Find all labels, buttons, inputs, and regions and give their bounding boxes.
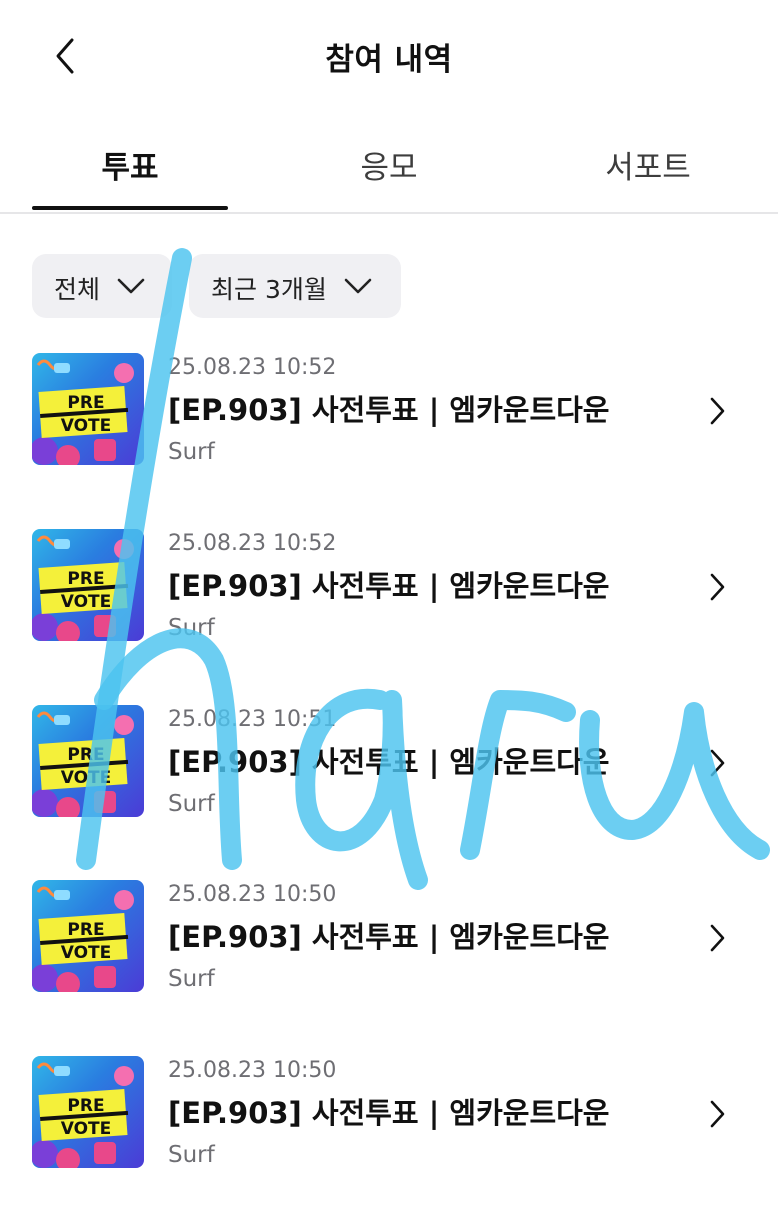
item-date: 25.08.23 10:52 bbox=[168, 355, 337, 380]
item-source: Surf bbox=[168, 1142, 215, 1168]
period-filter-button[interactable]: 최근 3개월 bbox=[189, 254, 401, 318]
item-date: 25.08.23 10:52 bbox=[168, 531, 337, 556]
prevote-thumbnail: PRE VOTE bbox=[32, 353, 144, 465]
item-title: [EP.903] 사전투표 | 엠카운트다운 bbox=[168, 745, 610, 779]
item-date: 25.08.23 10:51 bbox=[168, 707, 337, 732]
chevron-right-icon bbox=[710, 749, 725, 777]
item-source: Surf bbox=[168, 439, 215, 465]
thumb-text: VOTE bbox=[61, 416, 112, 436]
item-title: [EP.903] 사전투표 | 엠카운트다운 bbox=[168, 393, 610, 427]
thumb-text: PRE bbox=[67, 569, 104, 589]
active-tab-indicator bbox=[32, 206, 228, 210]
thumb-text: PRE bbox=[67, 1096, 104, 1116]
thumb-text: PRE bbox=[67, 920, 104, 940]
item-source: Surf bbox=[168, 791, 215, 817]
tab-entry[interactable]: 응모 bbox=[289, 142, 489, 187]
prevote-thumbnail: PRE VOTE bbox=[32, 1056, 144, 1168]
header: 참여 내역 bbox=[0, 0, 778, 112]
category-filter-button[interactable]: 전체 bbox=[32, 254, 172, 318]
item-source: Surf bbox=[168, 966, 215, 992]
prevote-thumbnail: PRE VOTE bbox=[32, 880, 144, 992]
thumb-text: PRE bbox=[67, 745, 104, 765]
list-item[interactable]: PRE VOTE 25.08.23 10:52 [EP.903] 사전투표 | … bbox=[0, 353, 778, 503]
item-title: [EP.903] 사전투표 | 엠카운트다운 bbox=[168, 1096, 610, 1130]
thumb-text: VOTE bbox=[61, 768, 112, 788]
thumb-text: PRE bbox=[67, 393, 104, 413]
chevron-down-icon bbox=[117, 278, 145, 294]
tab-bar: 투표 응모 서포트 bbox=[0, 112, 778, 214]
item-title: [EP.903] 사전투표 | 엠카운트다운 bbox=[168, 920, 610, 954]
item-date: 25.08.23 10:50 bbox=[168, 882, 337, 907]
thumb-text: VOTE bbox=[61, 592, 112, 612]
prevote-thumbnail: PRE VOTE bbox=[32, 529, 144, 641]
chevron-right-icon bbox=[710, 924, 725, 952]
chevron-right-icon bbox=[710, 573, 725, 601]
item-date: 25.08.23 10:50 bbox=[168, 1058, 337, 1083]
chevron-right-icon bbox=[710, 1100, 725, 1128]
category-filter-label: 전체 bbox=[54, 275, 101, 304]
thumb-text: VOTE bbox=[61, 943, 112, 963]
item-title: [EP.903] 사전투표 | 엠카운트다운 bbox=[168, 569, 610, 603]
list-item[interactable]: PRE VOTE 25.08.23 10:52 [EP.903] 사전투표 | … bbox=[0, 529, 778, 679]
list-item[interactable]: PRE VOTE 25.08.23 10:50 [EP.903] 사전투표 | … bbox=[0, 880, 778, 1030]
tab-support[interactable]: 서포트 bbox=[548, 142, 748, 187]
chevron-right-icon bbox=[710, 397, 725, 425]
tab-vote[interactable]: 투표 bbox=[30, 142, 230, 187]
list-item[interactable]: PRE VOTE 25.08.23 10:50 [EP.903] 사전투표 | … bbox=[0, 1056, 778, 1206]
period-filter-label: 최근 3개월 bbox=[211, 275, 327, 304]
chevron-down-icon bbox=[344, 278, 372, 294]
thumb-text: VOTE bbox=[61, 1119, 112, 1139]
page-title: 참여 내역 bbox=[325, 42, 453, 78]
item-source: Surf bbox=[168, 615, 215, 641]
list-item[interactable]: PRE VOTE 25.08.23 10:51 [EP.903] 사전투표 | … bbox=[0, 705, 778, 855]
prevote-thumbnail: PRE VOTE bbox=[32, 705, 144, 817]
